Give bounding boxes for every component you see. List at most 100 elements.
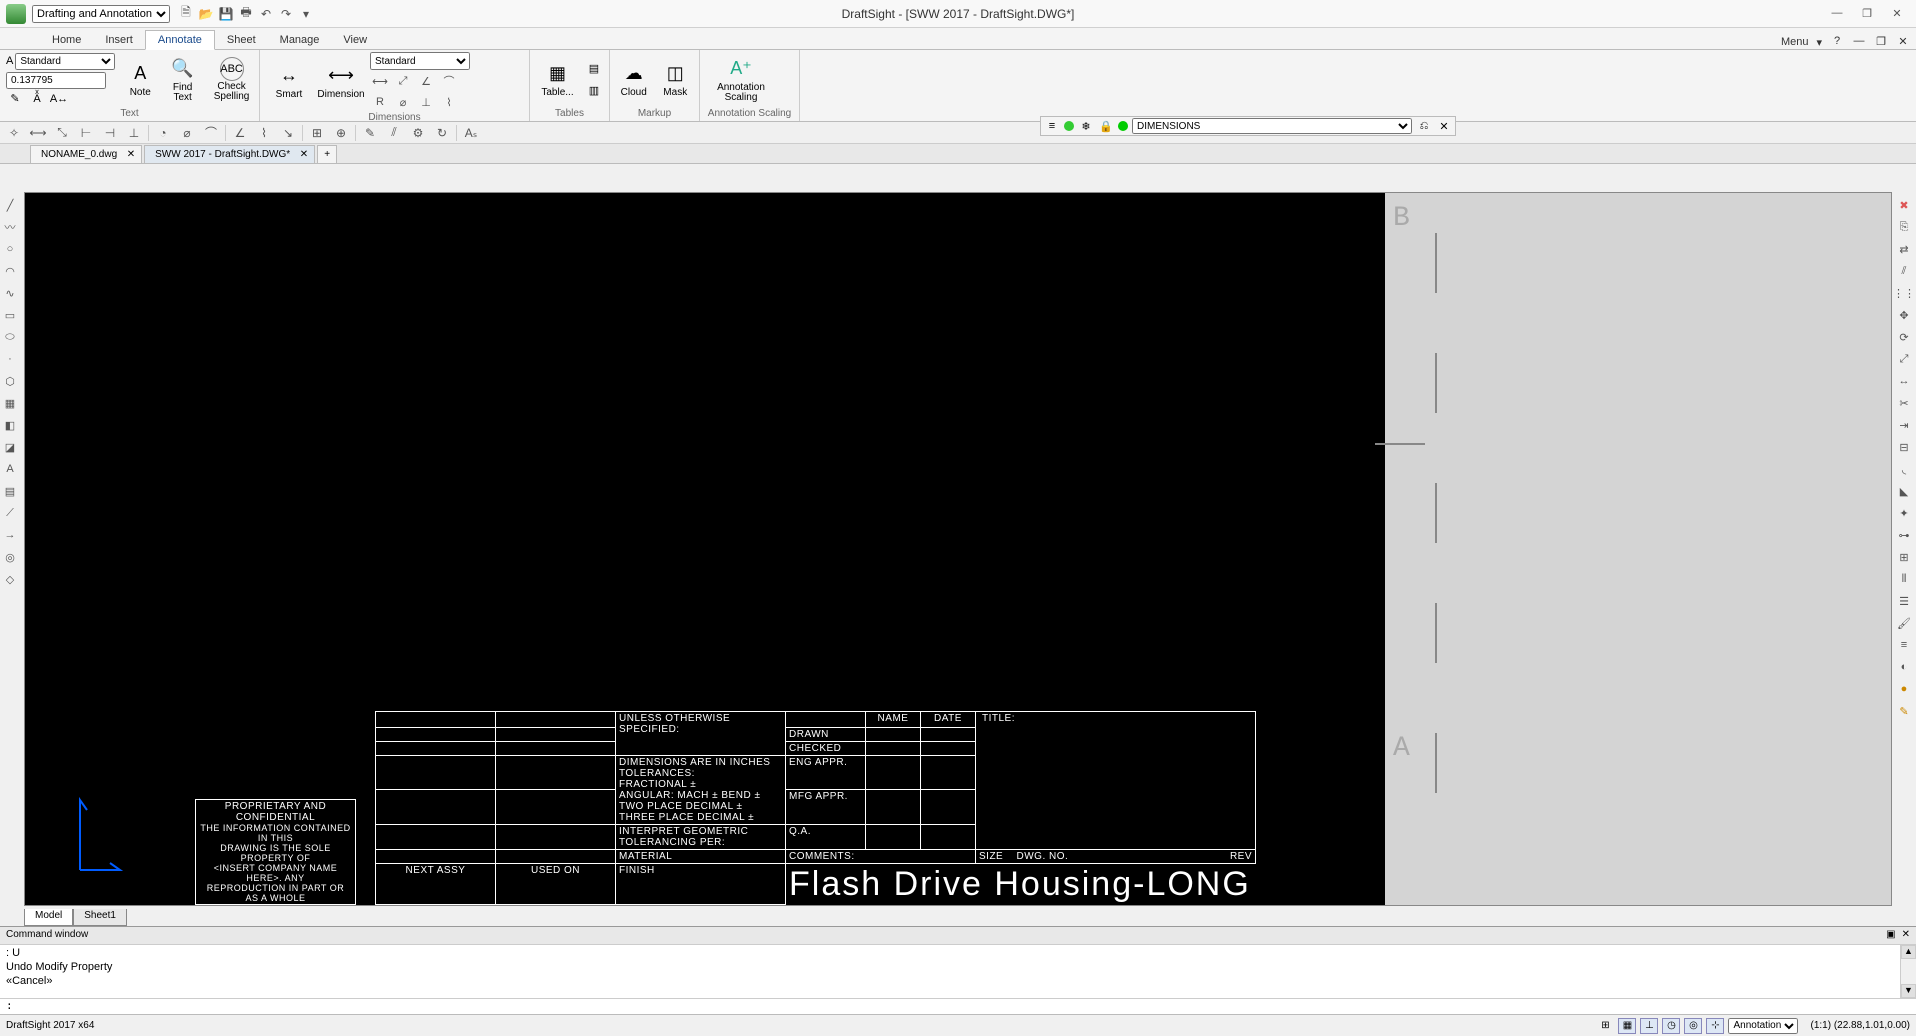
tb-linear-icon[interactable]: ⟷	[28, 124, 48, 142]
maximize-icon[interactable]: ❐	[1860, 7, 1874, 20]
cmd-scrollbar[interactable]: ▲ ▼	[1900, 945, 1916, 998]
extend-icon[interactable]: ⇥	[1894, 416, 1914, 434]
menu-chevron-icon[interactable]: ▾	[1816, 36, 1822, 49]
spline-icon[interactable]: ∿	[0, 284, 20, 302]
doc-restore-icon[interactable]: ❐	[1874, 35, 1888, 49]
mirror-icon[interactable]: ⇄	[1894, 240, 1914, 258]
mask-button[interactable]: ◫ Mask	[658, 61, 694, 99]
array-icon[interactable]: ⊞	[1894, 548, 1914, 566]
dim-linear-icon[interactable]: ⟷	[370, 72, 390, 90]
esnap-icon[interactable]: ◎	[1684, 1018, 1702, 1034]
break-icon[interactable]: ⊟	[1894, 438, 1914, 456]
dim-ord-icon[interactable]: ⊥	[416, 93, 436, 111]
layer-color-icon[interactable]	[1118, 121, 1128, 131]
tb-ordinate-icon[interactable]: ⊥	[124, 124, 144, 142]
dim-diameter-icon[interactable]: ⌀	[393, 93, 413, 111]
scale2-icon[interactable]: ⤢	[1894, 350, 1914, 368]
explode-icon[interactable]: ✦	[1894, 504, 1914, 522]
text-scale-icon[interactable]: A↔	[50, 91, 68, 107]
tb-angular-icon[interactable]: ∠	[230, 124, 250, 142]
pattern-icon[interactable]: ⋮⋮	[1894, 284, 1914, 302]
file-tab-add[interactable]: +	[317, 145, 337, 163]
grid-icon[interactable]: ▦	[1618, 1018, 1636, 1034]
print-icon[interactable]: 🖶	[238, 6, 254, 22]
tb-diameter-icon[interactable]: ⌀	[177, 124, 197, 142]
tb-oblique-icon[interactable]: ⫽	[384, 124, 404, 142]
bylayer-icon[interactable]: ≡	[1894, 636, 1914, 654]
align-icon[interactable]: ⫴	[1894, 570, 1914, 588]
tbl-style-icon[interactable]: ▤	[585, 60, 603, 78]
help-icon[interactable]: ?	[1830, 35, 1844, 49]
anno-scale-button[interactable]: A⁺ Annotation Scaling	[706, 56, 776, 104]
cmd-input[interactable]: :	[0, 998, 1916, 1014]
dim-style-select[interactable]: Standard	[370, 52, 470, 70]
dimension-button[interactable]: ⟷ Dimension	[318, 63, 364, 101]
tb-aligned-icon[interactable]: ⤡	[52, 124, 72, 142]
rotate-icon[interactable]: ⟳	[1894, 328, 1914, 346]
layer-mgr-icon[interactable]: ≡	[1044, 118, 1060, 134]
redo-icon[interactable]: ↷	[278, 6, 294, 22]
layer-on-icon[interactable]	[1064, 121, 1074, 131]
erase-icon[interactable]: ✖	[1894, 196, 1914, 214]
polyline-icon[interactable]: 〰	[0, 218, 20, 236]
props-icon[interactable]: ☰	[1894, 592, 1914, 610]
fillet-icon[interactable]: ◟	[1894, 460, 1914, 478]
dim-aligned-icon[interactable]: ⤢	[393, 72, 413, 90]
tb-leader-icon[interactable]: ↘	[278, 124, 298, 142]
qat-custom-icon[interactable]: ▾	[298, 6, 314, 22]
anno-scale-select[interactable]: Annotation	[1728, 1018, 1798, 1034]
tb-arc-icon[interactable]: ⌒	[201, 124, 221, 142]
note-button[interactable]: A Note	[125, 61, 155, 99]
dim-radius-icon[interactable]: R	[370, 93, 390, 111]
misc1-icon[interactable]: ◐	[1894, 658, 1914, 676]
layer-prev-icon[interactable]: ⎌	[1416, 118, 1432, 134]
ortho-icon[interactable]: ⊥	[1640, 1018, 1658, 1034]
dim-angular-icon[interactable]: ∠	[416, 72, 436, 90]
join-icon[interactable]: ⊶	[1894, 526, 1914, 544]
check-spelling-button[interactable]: ABC Check Spelling	[210, 57, 253, 103]
region-icon[interactable]: ◧	[0, 416, 20, 434]
drawing-canvas[interactable]: B A PROPRIETARY AND CONFIDENTIAL THE INF…	[24, 192, 1892, 906]
tb-smart-icon[interactable]: ✧	[4, 124, 24, 142]
close-icon[interactable]: ✕	[1890, 7, 1904, 20]
tb-override-icon[interactable]: ⚙	[408, 124, 428, 142]
tab-manage[interactable]: Manage	[268, 31, 332, 49]
doc-minimize-icon[interactable]: —	[1852, 35, 1866, 49]
arc-icon[interactable]: ◠	[0, 262, 20, 280]
scroll-up-icon[interactable]: ▲	[1901, 945, 1916, 959]
tb-tol-icon[interactable]: ⊞	[307, 124, 327, 142]
circle-icon[interactable]: ○	[0, 240, 20, 258]
polar-icon[interactable]: ◷	[1662, 1018, 1680, 1034]
tbl-export-icon[interactable]: ▥	[585, 82, 603, 100]
dim-arc-icon[interactable]: ⌒	[439, 72, 459, 90]
file-tab[interactable]: SWW 2017 - DraftSight.DWG* ✕	[144, 145, 315, 163]
tb-style-icon[interactable]: Aₛ	[461, 124, 481, 142]
text-height-input[interactable]	[6, 72, 106, 89]
text-format-icon[interactable]: ✎	[6, 91, 24, 107]
tb-baseline-icon[interactable]: ⊢	[76, 124, 96, 142]
chamfer-icon[interactable]: ◣	[1894, 482, 1914, 500]
tab-view[interactable]: View	[331, 31, 379, 49]
tab-sheet[interactable]: Sheet	[215, 31, 268, 49]
workspace-select[interactable]: Drafting and Annotation	[32, 5, 170, 23]
tab-insert[interactable]: Insert	[93, 31, 145, 49]
smart-dim-button[interactable]: ↔ Smart	[266, 63, 312, 101]
tb-update-icon[interactable]: ↻	[432, 124, 452, 142]
layer-lock-icon[interactable]: 🔒	[1098, 118, 1114, 134]
block-icon[interactable]: ◪	[0, 438, 20, 456]
point-icon[interactable]: ·	[0, 350, 20, 368]
match-icon[interactable]: 🖌	[1894, 614, 1914, 632]
model-tab[interactable]: Model	[24, 909, 73, 926]
text-align-icon[interactable]: Aͯ	[28, 91, 46, 107]
rect-icon[interactable]: ▭	[0, 306, 20, 324]
construction-icon[interactable]: ⟋	[0, 504, 20, 522]
minimize-icon[interactable]: —	[1830, 7, 1844, 20]
tb-radius-icon[interactable]: ◔	[153, 124, 173, 142]
hatch-icon[interactable]: ▦	[0, 394, 20, 412]
misc2-icon[interactable]: ●	[1894, 680, 1914, 698]
tab-home[interactable]: Home	[40, 31, 93, 49]
offset-icon[interactable]: ⫽	[1894, 262, 1914, 280]
table-button[interactable]: ▦ Table...	[536, 61, 579, 99]
etrack-icon[interactable]: ⊹	[1706, 1018, 1724, 1034]
file-tab[interactable]: NONAME_0.dwg ✕	[30, 145, 142, 163]
